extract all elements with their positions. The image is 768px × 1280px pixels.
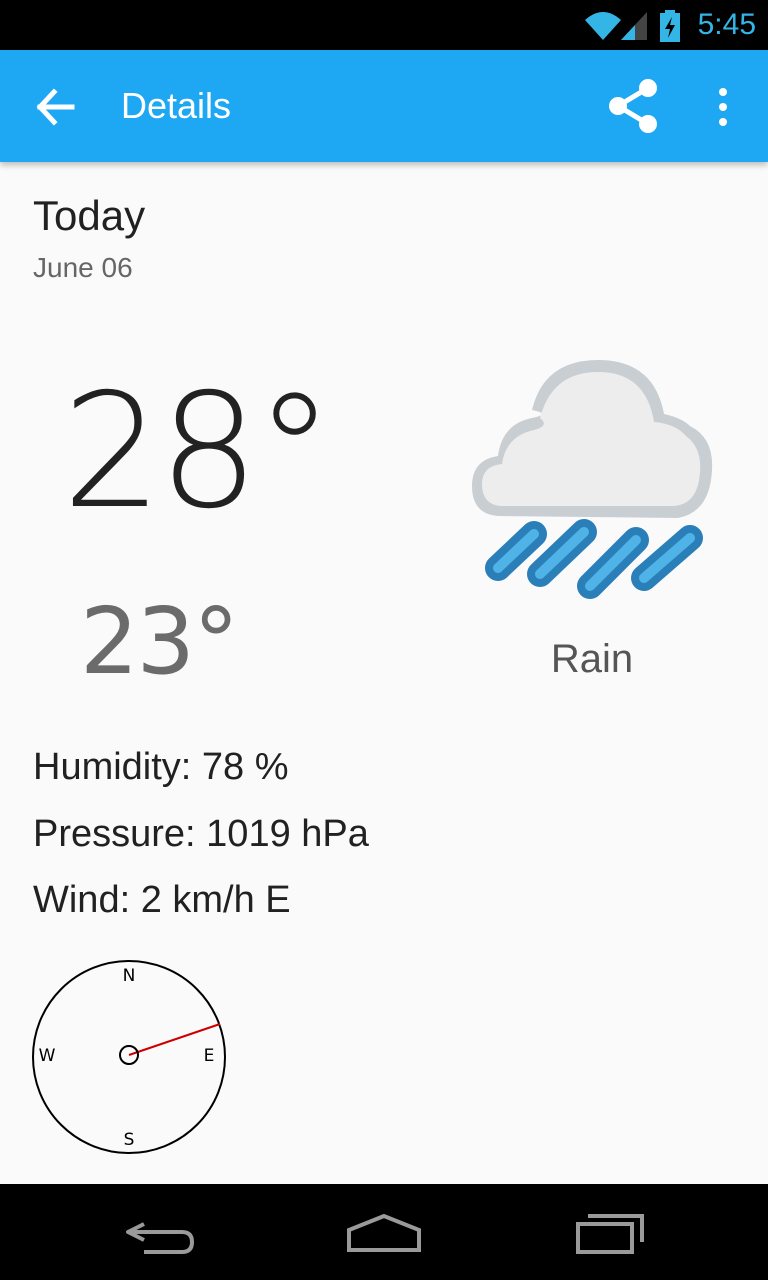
back-nav-icon <box>126 1222 194 1254</box>
app-bar: Details <box>0 50 768 162</box>
wind-text: Wind: 2 km/h E <box>33 879 291 921</box>
compass-west-label: W <box>39 1046 56 1066</box>
overflow-menu-icon <box>719 88 727 126</box>
wifi-icon <box>585 12 621 40</box>
weather-condition: Rain <box>550 637 634 681</box>
rain-cloud-icon <box>472 360 713 599</box>
page-title: Details <box>121 85 232 126</box>
overflow-menu-button[interactable] <box>700 78 746 136</box>
back-arrow-icon <box>36 88 75 126</box>
compass-east-label: E <box>204 1046 215 1066</box>
nav-recents-button[interactable] <box>554 1202 664 1262</box>
high-temperature: 28° <box>62 360 334 544</box>
compass-south-label: S <box>124 1130 135 1150</box>
navigation-bar <box>0 1184 768 1280</box>
back-button[interactable] <box>22 78 90 136</box>
day-title: Today <box>33 192 146 239</box>
share-button[interactable] <box>600 74 664 138</box>
compass-north-label: N <box>123 966 136 986</box>
share-icon <box>609 79 657 133</box>
humidity-text: Humidity: 78 % <box>33 746 289 788</box>
wind-compass: N S W E <box>32 960 226 1154</box>
low-temperature: 23° <box>80 588 239 695</box>
nav-back-button[interactable] <box>104 1202 214 1262</box>
status-time: 5:45 <box>697 8 756 41</box>
home-nav-icon <box>347 1213 421 1252</box>
compass-ring <box>32 960 226 1154</box>
battery-charging-icon <box>660 10 680 42</box>
nav-home-button[interactable] <box>329 1202 439 1262</box>
cell-signal-icon <box>621 12 647 40</box>
recents-nav-icon <box>576 1214 644 1254</box>
pressure-text: Pressure: 1019 hPa <box>33 813 369 855</box>
day-date: June 06 <box>33 252 133 283</box>
status-bar: 5:45 <box>0 0 768 50</box>
